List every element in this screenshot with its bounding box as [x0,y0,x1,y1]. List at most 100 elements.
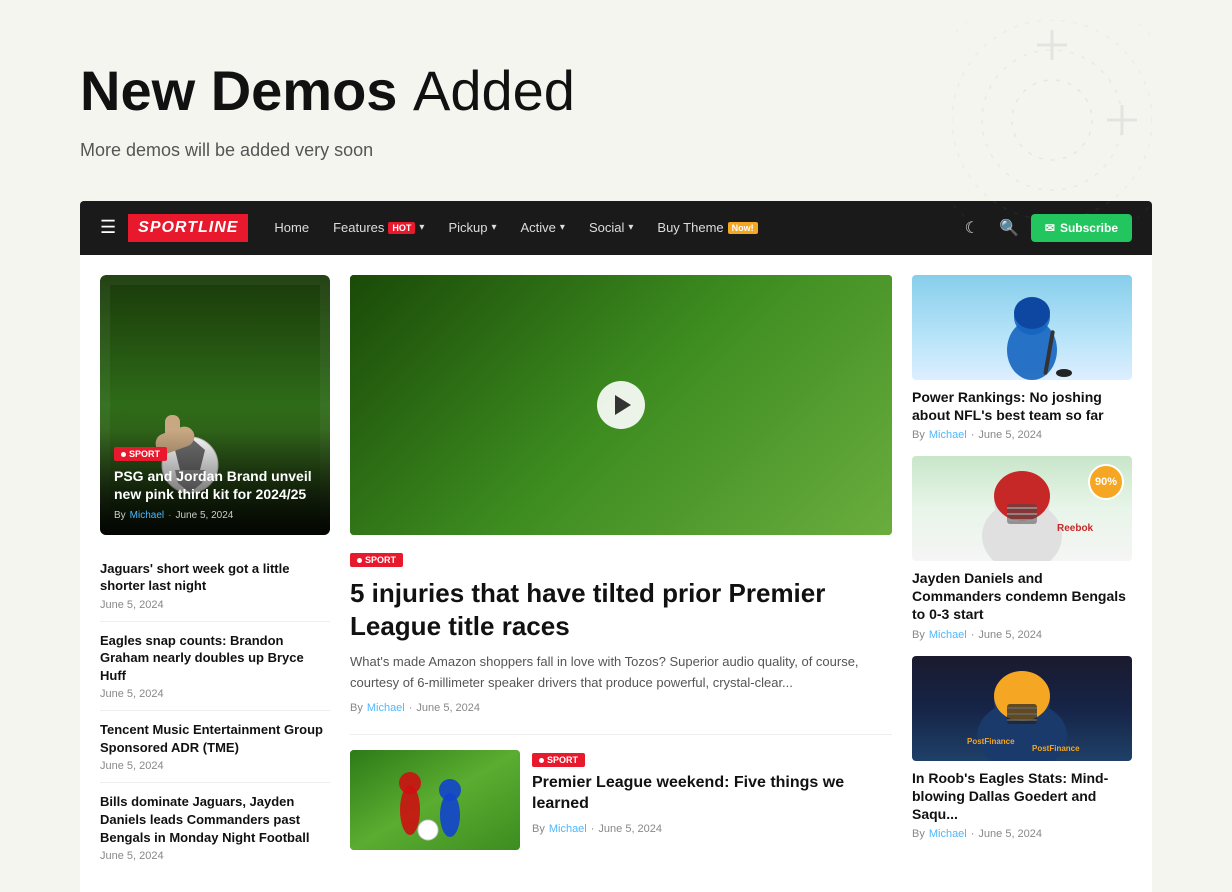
featured-card[interactable]: SPORT PSG and Jordan Brand unveil new pi… [100,275,330,535]
right-card-1-title: Power Rankings: No joshing about NFL's b… [912,388,1132,424]
card-date: June 5, 2024 [175,510,233,521]
news-item-4[interactable]: Bills dominate Jaguars, Jayden Daniels l… [100,783,330,872]
card-overlay: SPORT PSG and Jordan Brand unveil new pi… [100,430,330,535]
hero-title-bold: New Demos [80,59,397,122]
right-card-2-image: Reebok 90% [912,456,1132,561]
main-dot: · [409,702,413,714]
pickup-chevron: ▾ [491,222,496,233]
second-article-meta: By Michael · June 5, 2024 [532,823,892,835]
play-button[interactable] [597,381,645,429]
social-chevron: ▾ [628,222,633,233]
rc1-dot: · [971,429,975,441]
rc1-by: By [912,429,925,441]
main-badge-label: SPORT [365,555,396,565]
svg-text:Reebok: Reebok [1057,523,1094,534]
site-logo[interactable]: SPORTLINE [128,214,248,242]
news-item-2[interactable]: Eagles snap counts: Brandon Graham nearl… [100,622,330,712]
features-badge: Hot [388,222,415,234]
right-card-2-meta: By Michael · June 5, 2024 [912,629,1132,641]
svg-text:PostFinance: PostFinance [967,737,1015,746]
nav-buy-theme[interactable]: Buy Theme Now! [647,214,767,241]
second-by-label: By [532,823,545,835]
news-item-3[interactable]: Tencent Music Entertainment Group Sponso… [100,711,330,783]
subscribe-label: Subscribe [1060,221,1118,235]
news-list: Jaguars' short week got a little shorter… [100,550,330,872]
hero-section: New Demos Added More demos will be added… [0,0,1232,191]
right-card-3-image: PostFinance PostFinance [912,656,1132,761]
card-badge-label: SPORT [129,449,160,459]
buy-now-badge: Now! [728,222,758,234]
nav-home[interactable]: Home [264,214,319,241]
main-article-meta: By Michael · June 5, 2024 [350,702,892,714]
right-card-2[interactable]: Reebok 90% Jayden Daniels and Commanders… [912,456,1132,641]
second-article-author[interactable]: Michael [549,823,587,835]
news-item-3-date: June 5, 2024 [100,760,330,772]
card-by-label: By [114,510,126,521]
left-column: SPORT PSG and Jordan Brand unveil new pi… [100,275,330,872]
features-chevron: ▾ [419,222,424,233]
main-article-image[interactable] [350,275,892,535]
right-card-3-title: In Roob's Eagles Stats: Mind-blowing Dal… [912,769,1132,824]
second-article-title: Premier League weekend: Five things we l… [532,773,892,815]
card-dot: · [168,510,171,521]
nav-active-label: Active [521,220,556,235]
rc3-by: By [912,828,925,840]
second-article-badge: SPORT [532,753,585,767]
nav-active[interactable]: Active ▾ [511,214,575,241]
active-chevron: ▾ [560,222,565,233]
nav-buy-label: Buy Theme [657,220,723,235]
nav-pickup[interactable]: Pickup ▾ [438,214,506,241]
right-card-1-meta: By Michael · June 5, 2024 [912,429,1132,441]
main-article-date: June 5, 2024 [416,702,480,714]
news-item-1-date: June 5, 2024 [100,599,330,611]
main-article-author[interactable]: Michael [367,702,405,714]
rc3-author[interactable]: Michael [929,828,967,840]
rc2-by: By [912,629,925,641]
nav-social[interactable]: Social ▾ [579,214,643,241]
right-card-2-title: Jayden Daniels and Commanders condemn Be… [912,569,1132,624]
card-sport-badge: SPORT [114,447,167,461]
news-item-1[interactable]: Jaguars' short week got a little shorter… [100,550,330,622]
card-author[interactable]: Michael [130,510,164,521]
main-article-title: 5 injuries that have tilted prior Premie… [350,577,892,642]
center-column: SPORT 5 injuries that have tilted prior … [350,275,892,872]
news-item-4-date: June 5, 2024 [100,850,330,862]
rc3-date: June 5, 2024 [978,828,1042,840]
second-article-image [350,750,520,850]
right-card-1-image [912,275,1132,380]
nav-pickup-label: Pickup [448,220,487,235]
right-card-3-meta: By Michael · June 5, 2024 [912,828,1132,840]
second-article-date: June 5, 2024 [598,823,662,835]
rc2-dot: · [971,629,975,641]
right-card-3[interactable]: PostFinance PostFinance In Roob's Eagles… [912,656,1132,841]
rc3-dot: · [971,828,975,840]
score-badge: 90% [1088,464,1124,500]
right-card-1[interactable]: Power Rankings: No joshing about NFL's b… [912,275,1132,441]
nav-home-label: Home [274,220,309,235]
decorative-dots [952,20,1152,220]
hamburger-icon[interactable]: ☰ [100,217,116,238]
news-item-2-title: Eagles snap counts: Brandon Graham nearl… [100,632,330,685]
hero-title-light: Added [413,59,575,122]
news-item-2-date: June 5, 2024 [100,688,330,700]
nav-features[interactable]: Features Hot ▾ [323,214,434,241]
second-article-content: SPORT Premier League weekend: Five thing… [532,750,892,835]
rc1-author[interactable]: Michael [929,429,967,441]
news-item-4-title: Bills dominate Jaguars, Jayden Daniels l… [100,793,330,846]
rc1-date: June 5, 2024 [978,429,1042,441]
main-by-label: By [350,702,363,714]
rc2-date: June 5, 2024 [978,629,1042,641]
nav-social-label: Social [589,220,624,235]
second-badge-label: SPORT [547,755,578,765]
second-article[interactable]: SPORT Premier League weekend: Five thing… [350,734,892,850]
subscribe-envelope-icon: ✉ [1045,221,1055,235]
main-article-badge: SPORT [350,553,403,567]
card-title: PSG and Jordan Brand unveil new pink thi… [114,467,316,503]
nav-features-label: Features [333,220,384,235]
main-article-excerpt: What's made Amazon shoppers fall in love… [350,652,892,694]
second-dot: · [591,823,595,835]
rc2-author[interactable]: Michael [929,629,967,641]
svg-text:PostFinance: PostFinance [1032,744,1080,753]
card-meta: By Michael · June 5, 2024 [114,510,316,521]
content-area: SPORT PSG and Jordan Brand unveil new pi… [80,255,1152,892]
